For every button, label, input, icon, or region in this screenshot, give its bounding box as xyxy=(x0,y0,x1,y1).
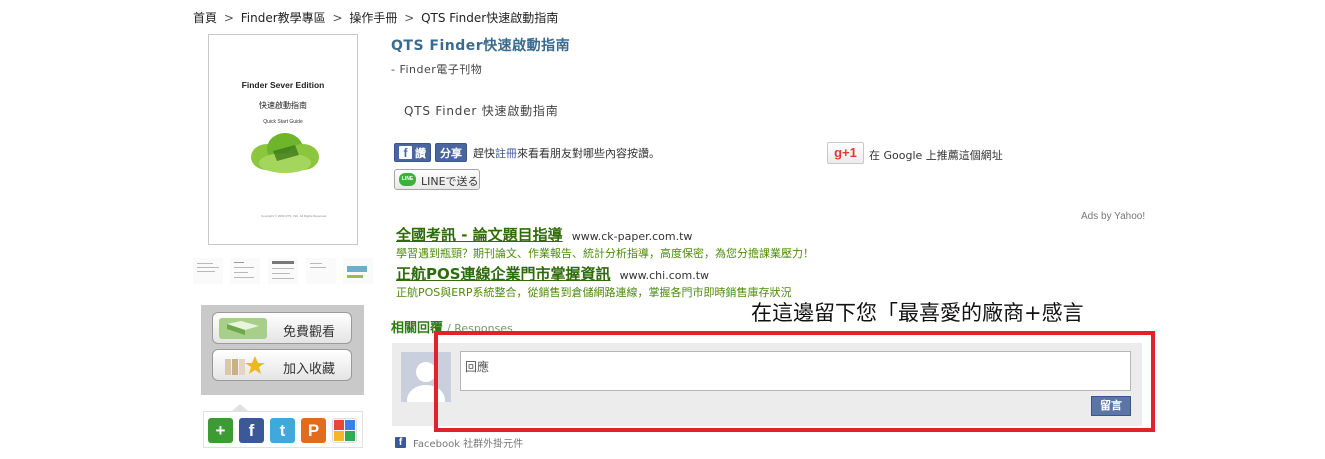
ad-item: 正航POS連線企業門市掌握資訊 www.chi.com.tw xyxy=(396,263,709,284)
breadcrumb-home[interactable]: 首頁 xyxy=(193,11,217,25)
breadcrumb: 首頁 > Finder教學專區 > 操作手冊 > QTS Finder快速啟動指… xyxy=(193,9,558,26)
ad-title-link[interactable]: 正航POS連線企業門市掌握資訊 xyxy=(396,265,611,283)
book-description: QTS Finder 快速啟動指南 xyxy=(404,104,559,118)
page-title: QTS Finder快速啟動指南 xyxy=(391,38,571,54)
line-logo-icon: LINE xyxy=(399,173,416,186)
twitter-icon[interactable]: t xyxy=(270,418,295,443)
action-panel: 免費觀看 加入收藏 xyxy=(201,305,364,395)
ad-url[interactable]: www.ck-paper.com.tw xyxy=(572,230,693,243)
cover-footer: Copyright © 2009 QTS, INC. All Rights Re… xyxy=(261,214,327,218)
cloud-logo-icon xyxy=(251,133,319,173)
ad-title-link[interactable]: 全國考訊 - 論文題目指導 xyxy=(396,226,563,244)
ad-url[interactable]: www.chi.com.tw xyxy=(620,269,709,282)
share-box-pointer xyxy=(232,404,248,411)
breadcrumb-separator: > xyxy=(404,11,415,25)
line-share-button[interactable]: LINE LINEで送る xyxy=(394,169,480,190)
facebook-small-icon: f xyxy=(395,437,406,448)
book-cover[interactable]: Finder Sever Edition 快速啟動指南 Quick Start … xyxy=(208,34,358,245)
highlight-frame xyxy=(434,331,1155,432)
book-open-icon xyxy=(219,318,267,339)
ads-by-yahoo[interactable]: Ads by Yahoo! xyxy=(1081,211,1145,222)
breadcrumb-current[interactable]: QTS Finder快速啟動指南 xyxy=(421,11,558,25)
free-view-label: 免費觀看 xyxy=(283,325,336,340)
breadcrumb-manual[interactable]: 操作手冊 xyxy=(349,11,397,25)
google-bookmark-icon[interactable] xyxy=(332,418,357,443)
add-favorite-label: 加入收藏 xyxy=(283,362,336,377)
page-subtitle: - Finder電子刊物 xyxy=(391,63,483,76)
facebook-plugin-text[interactable]: Facebook 社群外掛元件 xyxy=(413,435,523,450)
share-icons-bar: + f t P xyxy=(203,411,363,448)
google-plus-one-button[interactable]: g+1 xyxy=(827,142,864,164)
add-icon[interactable]: + xyxy=(208,418,233,443)
breadcrumb-separator: > xyxy=(332,11,343,25)
free-view-button[interactable]: 免費觀看 xyxy=(212,312,352,344)
bookmark-star-icon xyxy=(225,356,265,375)
ad-description[interactable]: 正航POS與ERP系統整合，從銷售到倉儲網路連線，掌握各門市即時銷售庫存狀況 xyxy=(396,284,792,300)
plurk-icon[interactable]: P xyxy=(301,418,326,443)
google-plus-text: 在 Google 上推薦這個網址 xyxy=(869,149,1003,162)
facebook-plugin-credit: f Facebook 社群外掛元件 xyxy=(395,435,523,450)
facebook-f-icon: f xyxy=(399,146,412,160)
cover-title: Finder Sever Edition xyxy=(241,80,325,90)
ad-item: 全國考訊 - 論文題目指導 www.ck-paper.com.tw xyxy=(396,224,692,245)
facebook-share-button[interactable]: 分享 xyxy=(435,143,467,162)
facebook-prompt: 趕快註冊來看看朋友對哪些內容按讚。 xyxy=(473,146,660,160)
page-thumbnails xyxy=(193,258,373,290)
thumbnail-page-2[interactable] xyxy=(230,258,260,284)
facebook-share-label: 分享 xyxy=(440,146,462,160)
line-share-label: LINEで送る xyxy=(421,175,479,188)
facebook-like-widget: f 讚 分享 趕快註冊來看看朋友對哪些內容按讚。 xyxy=(394,143,660,162)
thumbnail-page-4[interactable] xyxy=(306,258,336,284)
ad-description[interactable]: 學習遇到瓶頸？期刊論文、作業報告、統計分析指導，高度保密，為您分擔課業壓力！ xyxy=(396,245,814,261)
facebook-like-button[interactable]: f 讚 xyxy=(394,143,431,162)
facebook-icon[interactable]: f xyxy=(239,418,264,443)
thumbnail-page-3[interactable] xyxy=(268,258,298,284)
facebook-signup-link[interactable]: 註冊 xyxy=(495,147,517,160)
annotation-note: 在這邊留下您「最喜愛的廠商+感言 xyxy=(751,301,1084,325)
cover-subtitle: 快速啟動指南 xyxy=(259,101,307,110)
thumbnail-page-5[interactable] xyxy=(343,258,373,284)
cover-guide-label: Quick Start Guide xyxy=(263,119,303,125)
add-favorite-button[interactable]: 加入收藏 xyxy=(212,349,352,381)
facebook-like-label: 讚 xyxy=(415,146,426,160)
breadcrumb-separator: > xyxy=(223,11,234,25)
breadcrumb-finder-tutorial[interactable]: Finder教學專區 xyxy=(241,11,326,25)
thumbnail-page-1[interactable] xyxy=(193,258,223,284)
